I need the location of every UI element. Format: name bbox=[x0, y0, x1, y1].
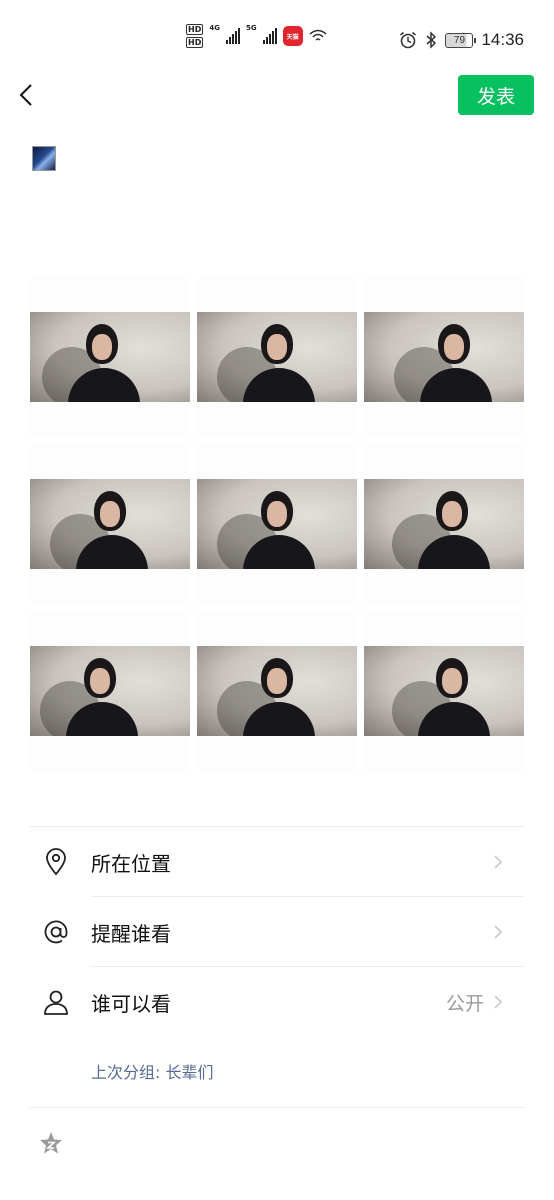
option-label: 谁可以看 bbox=[91, 991, 171, 1016]
chevron-right-icon bbox=[494, 995, 503, 1009]
photo-cell[interactable] bbox=[364, 611, 524, 771]
photo-thumbnail[interactable] bbox=[364, 479, 524, 569]
network-type-2: 5G bbox=[245, 24, 257, 32]
photo-thumbnail[interactable] bbox=[30, 646, 190, 736]
option-location[interactable]: 所在位置 bbox=[30, 827, 524, 897]
photo-cell[interactable] bbox=[364, 277, 524, 437]
photo-thumbnail[interactable] bbox=[30, 312, 190, 402]
option-visibility[interactable]: 谁可以看 公开 bbox=[30, 967, 524, 1037]
photo-grid bbox=[30, 277, 524, 771]
back-arrow-icon bbox=[19, 84, 32, 106]
bottom-divider bbox=[30, 1107, 524, 1108]
hd-indicators: HD HD bbox=[186, 24, 204, 48]
location-pin-icon bbox=[42, 848, 70, 876]
back-button[interactable] bbox=[14, 80, 38, 110]
status-right: 79 14:36 bbox=[399, 30, 524, 50]
wifi-icon bbox=[309, 29, 327, 41]
hd-badge-1: HD bbox=[186, 24, 204, 35]
photo-thumbnail[interactable] bbox=[197, 479, 357, 569]
photo-cell[interactable] bbox=[197, 444, 357, 604]
star-badge-icon[interactable] bbox=[38, 1130, 64, 1156]
battery-icon: 79 bbox=[445, 32, 477, 48]
status-left: HD HD 4G 5G 天猫 bbox=[186, 24, 327, 48]
alarm-icon bbox=[400, 31, 417, 49]
hd-badge-2: HD bbox=[186, 37, 204, 48]
post-options-list: 所在位置 提醒谁看 谁可以看 公开 上次分组: 长辈们 bbox=[30, 826, 524, 1108]
person-icon bbox=[42, 988, 70, 1016]
signal-icon bbox=[225, 28, 240, 44]
photo-cell[interactable] bbox=[197, 611, 357, 771]
option-label: 所在位置 bbox=[91, 851, 171, 876]
option-label: 提醒谁看 bbox=[91, 921, 171, 946]
last-group-text: 上次分组: 长辈们 bbox=[91, 1063, 214, 1082]
photo-cell[interactable] bbox=[30, 277, 190, 437]
nav-bar: 发表 bbox=[0, 70, 554, 122]
attachment-thumbnail[interactable] bbox=[32, 146, 56, 171]
photo-thumbnail[interactable] bbox=[364, 312, 524, 402]
photo-cell[interactable] bbox=[30, 611, 190, 771]
photo-cell[interactable] bbox=[30, 444, 190, 604]
photo-thumbnail[interactable] bbox=[197, 312, 357, 402]
option-mention[interactable]: 提醒谁看 bbox=[30, 897, 524, 967]
chevron-right-icon bbox=[494, 855, 503, 869]
publish-button[interactable]: 发表 bbox=[458, 75, 534, 115]
chevron-right-icon bbox=[494, 925, 503, 939]
bluetooth-icon bbox=[426, 31, 437, 49]
at-sign-icon bbox=[42, 918, 70, 946]
photo-thumbnail[interactable] bbox=[197, 646, 357, 736]
last-group-hint[interactable]: 上次分组: 长辈们 bbox=[30, 1037, 524, 1107]
photo-thumbnail[interactable] bbox=[30, 479, 190, 569]
network-type-1: 4G bbox=[209, 24, 220, 32]
photo-thumbnail[interactable] bbox=[364, 646, 524, 736]
signal-icon bbox=[262, 28, 277, 44]
visibility-value: 公开 bbox=[445, 992, 484, 1015]
photo-cell[interactable] bbox=[364, 444, 524, 604]
clock: 14:36 bbox=[481, 30, 524, 49]
app-notification-icon: 天猫 bbox=[282, 26, 303, 46]
photo-cell[interactable] bbox=[197, 277, 357, 437]
